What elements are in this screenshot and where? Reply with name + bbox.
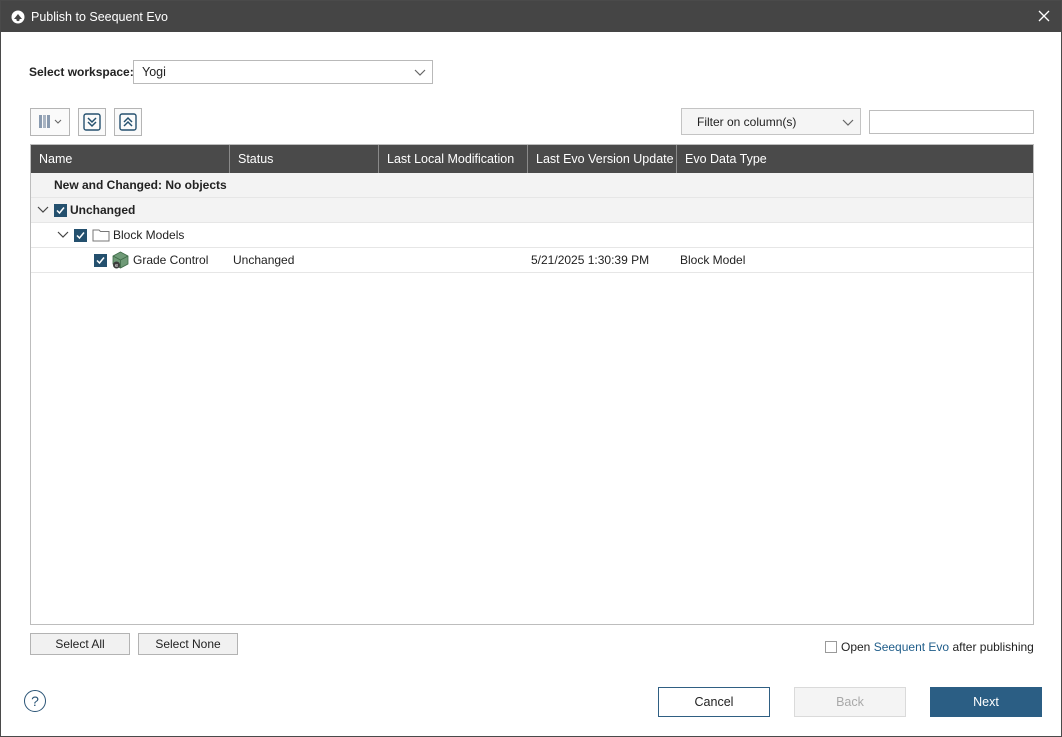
block-model-icon: e	[112, 251, 129, 269]
chevron-down-icon	[414, 69, 426, 76]
checkmark-icon	[76, 231, 85, 239]
table-row[interactable]: Unchanged	[31, 198, 1033, 223]
folder-icon	[92, 229, 110, 242]
objects-table: Name Status Last Local Modification Last…	[30, 144, 1034, 625]
filter-search-input[interactable]	[869, 110, 1034, 134]
checkmark-icon	[56, 206, 65, 214]
column-header-last-local-modification[interactable]: Last Local Modification	[379, 145, 528, 173]
open-after-prefix: Open	[841, 640, 874, 654]
workspace-label: Select workspace:	[29, 65, 134, 79]
next-button[interactable]: Next	[930, 687, 1042, 717]
back-button[interactable]: Back	[794, 687, 906, 717]
columns-menu-button[interactable]	[30, 108, 70, 136]
unchanged-group-label: Unchanged	[70, 203, 136, 217]
title-bar: Publish to Seequent Evo	[1, 1, 1061, 32]
column-header-status[interactable]: Status	[230, 145, 379, 173]
chevron-down-icon	[57, 231, 69, 238]
close-button[interactable]	[1035, 7, 1053, 25]
seequent-evo-link[interactable]: Seequent Evo	[874, 640, 949, 654]
item-checkbox[interactable]	[94, 253, 107, 267]
app-logo-icon	[11, 10, 25, 24]
chevron-down-icon	[37, 206, 49, 213]
open-after-suffix: after publishing	[949, 640, 1034, 654]
workspace-select[interactable]: Yogi	[133, 60, 433, 84]
item-name: Grade Control	[133, 253, 209, 267]
expand-all-icon	[83, 113, 101, 131]
column-header-name[interactable]: Name	[31, 145, 230, 173]
help-icon: ?	[31, 693, 39, 709]
table-row[interactable]: Block Models	[31, 223, 1033, 248]
new-changed-group-label: New and Changed: No objects	[54, 178, 227, 192]
window-title: Publish to Seequent Evo	[31, 9, 168, 24]
item-last-evo-version-update: 5/21/2025 1:30:39 PM	[531, 253, 650, 267]
table-row[interactable]: e Grade Control Unchanged 5/21/2025 1:30…	[31, 248, 1033, 273]
open-after-label: Open Seequent Evo after publishing	[841, 640, 1034, 654]
publish-dialog: Publish to Seequent Evo Select workspace…	[0, 0, 1062, 737]
unchanged-checkbox[interactable]	[54, 203, 67, 217]
select-all-button[interactable]: Select All	[30, 633, 130, 655]
expand-all-button[interactable]	[78, 108, 106, 136]
filter-label: Filter on column(s)	[697, 114, 797, 129]
expand-toggle[interactable]	[36, 203, 50, 217]
item-evo-data-type: Block Model	[680, 253, 746, 267]
checkmark-icon	[96, 256, 105, 264]
workspace-value: Yogi	[142, 65, 166, 79]
folder-label: Block Models	[113, 228, 185, 242]
folder-checkbox[interactable]	[74, 228, 87, 242]
table-row: New and Changed: No objects	[31, 173, 1033, 198]
chevron-down-icon	[842, 119, 854, 126]
svg-text:e: e	[115, 263, 118, 269]
item-status: Unchanged	[233, 253, 295, 267]
column-header-evo-data-type[interactable]: Evo Data Type	[677, 145, 1033, 173]
open-after-checkbox[interactable]	[825, 641, 837, 653]
filter-column-select[interactable]: Filter on column(s)	[681, 108, 861, 135]
table-header: Name Status Last Local Modification Last…	[31, 145, 1033, 173]
cancel-button[interactable]: Cancel	[658, 687, 770, 717]
select-none-button[interactable]: Select None	[138, 633, 238, 655]
collapse-all-icon	[119, 113, 137, 131]
help-button[interactable]: ?	[24, 690, 46, 712]
columns-icon	[39, 115, 62, 128]
expand-toggle[interactable]	[56, 228, 70, 242]
collapse-all-button[interactable]	[114, 108, 142, 136]
column-header-last-evo-version-update[interactable]: Last Evo Version Update	[528, 145, 677, 173]
close-icon	[1038, 10, 1050, 22]
